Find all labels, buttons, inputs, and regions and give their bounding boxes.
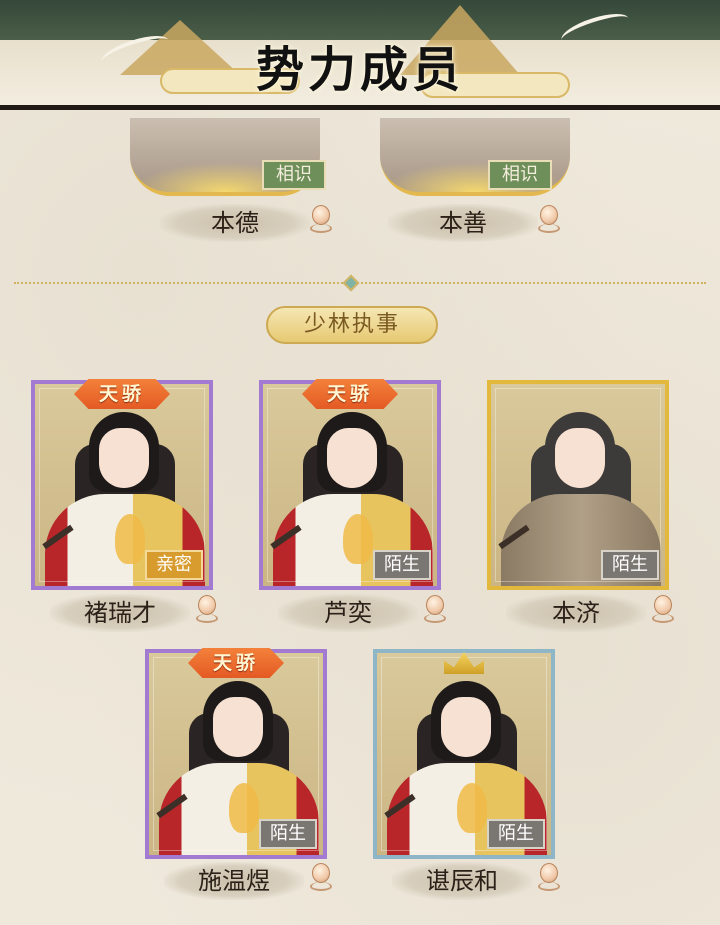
tianjiao-badge: 天骄 [188,648,284,678]
gift-pin-icon[interactable] [538,863,560,893]
section-divider [14,282,706,288]
member-card[interactable]: 陌生 [487,380,669,590]
relation-tag: 陌生 [487,819,545,849]
relation-badge: 相识 [262,160,326,190]
header-banner: 势力成员 [0,0,720,110]
member-card[interactable]: 陌生 [145,649,327,859]
relation-tag: 陌生 [601,550,659,580]
section-label: 少林执事 [266,306,438,344]
member-name: 本济 [506,594,646,632]
member-name: 本德 [160,204,310,242]
gift-pin-icon[interactable] [424,595,446,625]
member-card[interactable]: 亲密 [31,380,213,590]
gift-pin-icon[interactable] [310,205,332,235]
tianjiao-badge: 天骄 [302,379,398,409]
member-card[interactable]: 陌生 [373,649,555,859]
relation-badge: 相识 [488,160,552,190]
member-name: 谌辰和 [392,862,532,900]
gift-pin-icon[interactable] [196,595,218,625]
relation-tag: 陌生 [259,819,317,849]
gift-pin-icon[interactable] [310,863,332,893]
member-card[interactable]: 陌生 [259,380,441,590]
member-name: 施温煜 [164,862,304,900]
gift-pin-icon[interactable] [652,595,674,625]
member-name: 褚瑞才 [50,594,190,632]
member-name: 本善 [388,204,538,242]
member-name: 芦奕 [278,594,418,632]
page-title: 势力成员 [255,42,464,98]
relation-tag: 陌生 [373,550,431,580]
tianjiao-badge: 天骄 [74,379,170,409]
relation-tag: 亲密 [145,550,203,580]
gift-pin-icon[interactable] [538,205,560,235]
